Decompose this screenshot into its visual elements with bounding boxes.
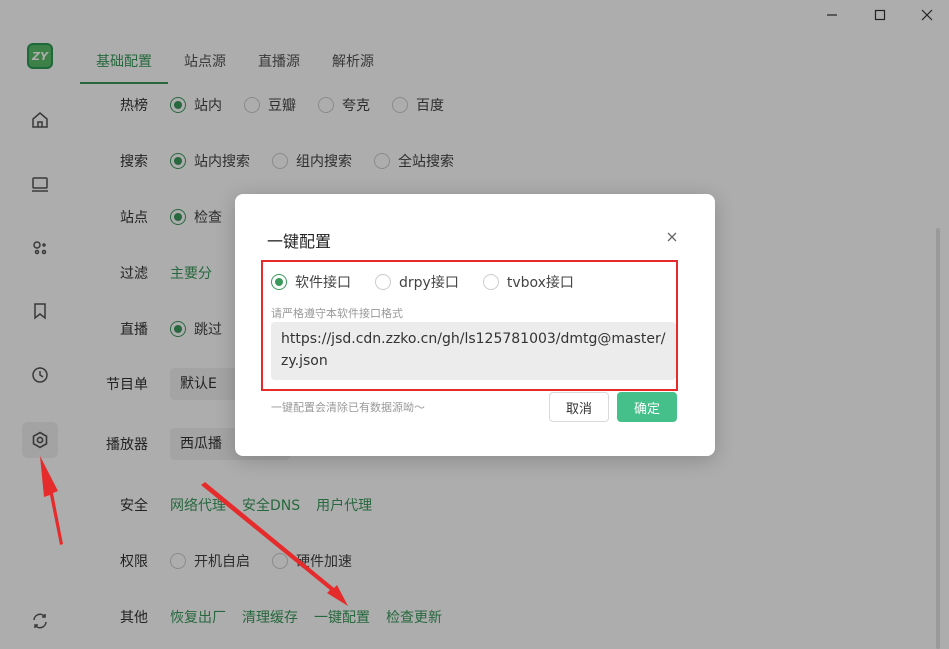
- highlight-box: [261, 260, 678, 391]
- clear-warning-note: 一键配置会清除已有数据源呦～: [271, 401, 425, 414]
- confirm-button[interactable]: 确定: [617, 392, 677, 422]
- one-click-config-dialog: 一键配置 软件接口 drpy接口 tvbox接口 请严格遵守本软件接口格式 ht…: [235, 194, 715, 456]
- dialog-title: 一键配置: [267, 232, 332, 251]
- dialog-close-icon[interactable]: [665, 230, 679, 244]
- cancel-button[interactable]: 取消: [549, 392, 609, 422]
- scrollbar[interactable]: [936, 228, 940, 649]
